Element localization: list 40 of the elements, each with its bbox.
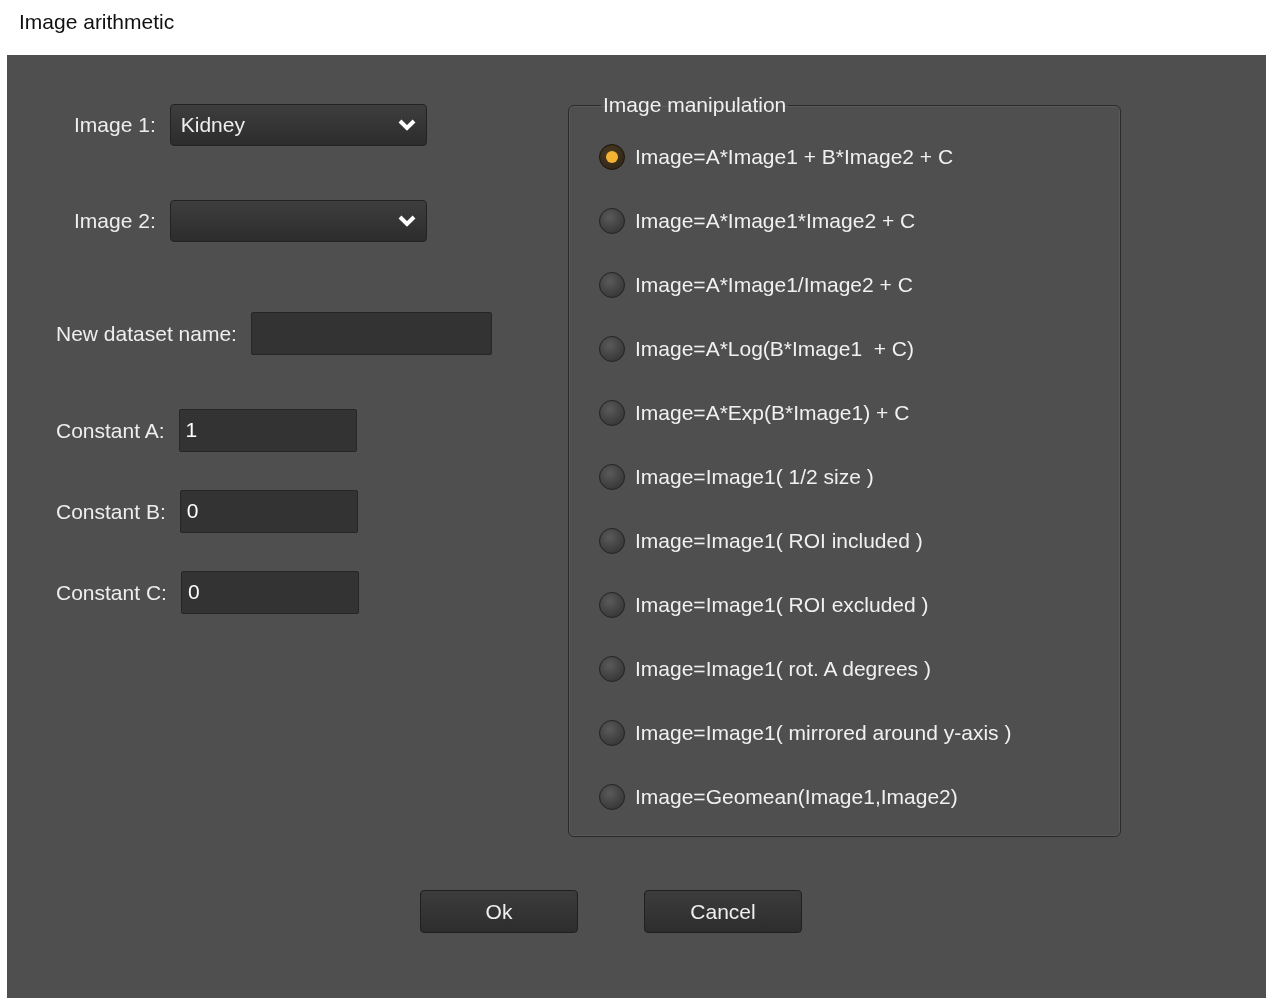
option-label: Image=Geomean(Image1,Image2) bbox=[635, 785, 958, 809]
option-label: Image=Image1( ROI included ) bbox=[635, 529, 923, 553]
input-field[interactable]: 0 bbox=[179, 490, 358, 533]
radio-button[interactable] bbox=[599, 720, 625, 746]
radio-button[interactable] bbox=[599, 336, 625, 362]
ok-button[interactable]: Ok bbox=[420, 890, 578, 933]
radio-button[interactable] bbox=[599, 784, 625, 810]
input-field[interactable] bbox=[250, 312, 492, 355]
input-field[interactable]: 0 bbox=[180, 571, 359, 614]
radio-button[interactable] bbox=[599, 272, 625, 298]
window-title: Image arithmetic bbox=[18, 9, 176, 35]
field-label: New dataset name: bbox=[56, 321, 237, 346]
input-field[interactable]: 1 bbox=[178, 409, 357, 452]
option-label: Image=Image1( 1/2 size ) bbox=[635, 465, 874, 489]
chevron-down-icon bbox=[397, 119, 416, 131]
dropdown[interactable]: Kidney bbox=[169, 104, 427, 146]
field-label: Constant A: bbox=[56, 418, 165, 443]
radio-button[interactable] bbox=[599, 400, 625, 426]
radio-button[interactable] bbox=[599, 144, 625, 170]
option-label: Image=A*Image1*Image2 + C bbox=[635, 209, 916, 233]
field-label: Constant B: bbox=[56, 499, 166, 524]
option-label: Image=Image1( mirrored around y-axis ) bbox=[635, 721, 1012, 745]
option-label: Image=A*Exp(B*Image1) + C bbox=[635, 401, 910, 425]
option-label: Image=A*Image1 + B*Image2 + C bbox=[635, 145, 954, 169]
cancel-button[interactable]: Cancel bbox=[644, 890, 802, 933]
option-label: Image=Image1( ROI excluded ) bbox=[635, 593, 929, 617]
radio-button[interactable] bbox=[599, 528, 625, 554]
chevron-down-icon bbox=[397, 215, 416, 227]
option-label: Image=A*Log(B*Image1 + C) bbox=[635, 337, 914, 361]
field-label: Image 1: bbox=[74, 113, 156, 137]
group-title: Image manipulation bbox=[602, 93, 788, 117]
dropdown[interactable] bbox=[169, 200, 427, 242]
option-label: Image=A*Image1/Image2 + C bbox=[635, 273, 913, 297]
radio-button[interactable] bbox=[599, 208, 625, 234]
radio-button[interactable] bbox=[599, 592, 625, 618]
radio-button[interactable] bbox=[599, 464, 625, 490]
radio-button[interactable] bbox=[599, 656, 625, 682]
field-label: Image 2: bbox=[74, 209, 156, 233]
field-label: Constant C: bbox=[56, 580, 167, 605]
option-label: Image=Image1( rot. A degrees ) bbox=[635, 657, 931, 681]
